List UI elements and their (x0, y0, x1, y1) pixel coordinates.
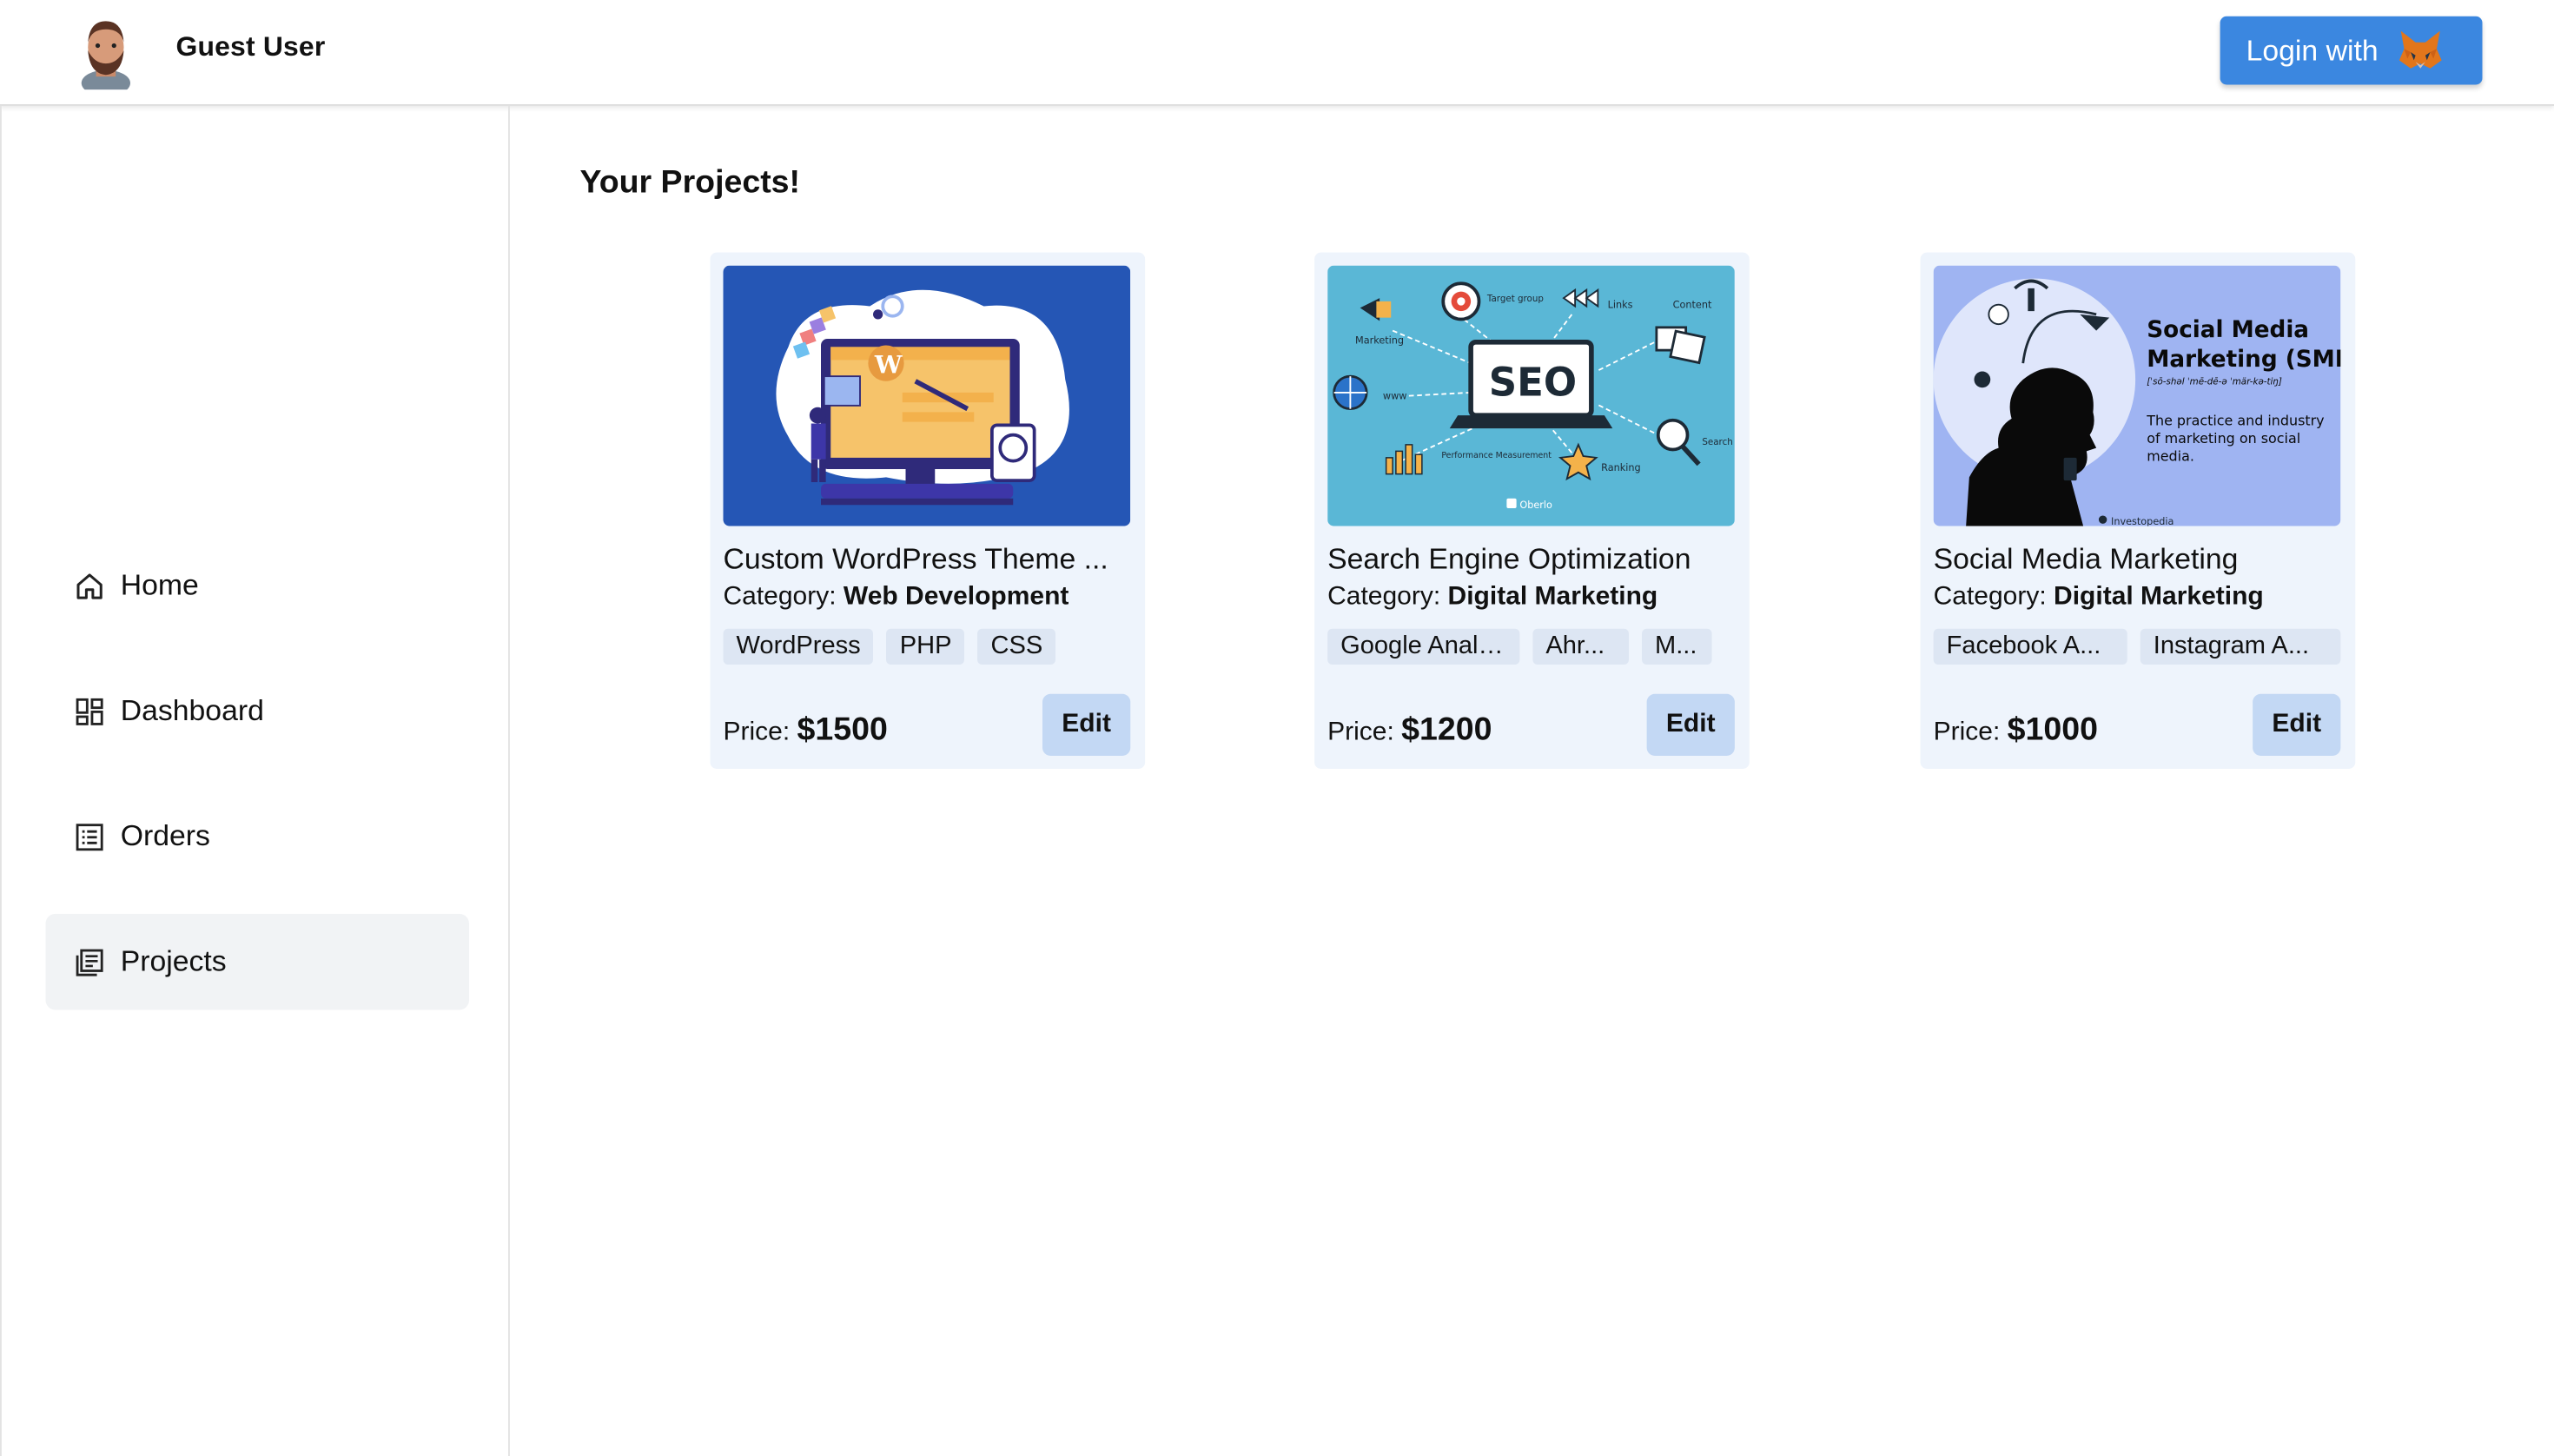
seo-center-text: SEO (1489, 360, 1577, 406)
sidebar-item-projects[interactable]: Projects (45, 913, 469, 1010)
sidebar-item-label: Home (120, 568, 199, 601)
project-title[interactable]: Search Engine Optimization (1327, 542, 1738, 576)
top-header: Guest User Login with (0, 0, 2554, 106)
login-button-label: Login with (2246, 33, 2379, 66)
seo-label: Links (1608, 299, 1633, 310)
metamask-fox-icon (2399, 30, 2442, 69)
tag: PHP (886, 628, 965, 665)
project-tags: Facebook A... Instagram A... (1933, 628, 2341, 665)
project-image-wordpress: W (723, 265, 1131, 526)
project-price: Price: $1200 (1327, 711, 1492, 749)
project-image-social-media: Social Media Marketing (SMM) [ˈsō-shəl ˈ… (1933, 265, 2341, 526)
user-avatar-icon[interactable] (72, 15, 141, 90)
project-title[interactable]: Custom WordPress Theme ... (724, 542, 1135, 576)
smm-desc: media. (2147, 448, 2194, 465)
project-category: Category: Digital Marketing (1934, 583, 2264, 612)
tag: Facebook A... (1933, 628, 2127, 665)
tag: WordPress (723, 628, 874, 665)
price-label: Price: (723, 718, 791, 746)
smm-brand: Investopedia (2111, 516, 2174, 526)
dashboard-icon (76, 697, 103, 725)
seo-label: Target group (1486, 294, 1544, 304)
category-value: Digital Marketing (2054, 583, 2264, 612)
sidebar-item-label: Orders (120, 819, 210, 852)
category-label: Category: (1327, 583, 1441, 612)
sidebar-item-label: Dashboard (120, 693, 264, 727)
price-label: Price: (1933, 718, 2001, 746)
tag: Instagram A... (2140, 628, 2341, 665)
sidebar-item-home[interactable]: Home (46, 538, 470, 634)
seo-label: Performance Measurement (1441, 451, 1552, 460)
user-name: Guest User (175, 30, 326, 63)
seo-label: Marketing (1355, 335, 1404, 347)
category-value: Digital Marketing (1447, 583, 1658, 612)
page-title: Your Projects! (579, 164, 801, 201)
seo-label: www (1383, 390, 1407, 401)
project-title[interactable]: Social Media Marketing (1934, 542, 2345, 576)
price-amount: $1000 (2007, 711, 2098, 748)
tag: Ahr... (1532, 628, 1629, 665)
seo-label: Search (1702, 437, 1732, 447)
orders-list-icon (76, 823, 103, 850)
smm-heading: Social Media (2147, 317, 2309, 343)
sidebar: Home Dashboard Orders Projects (0, 105, 510, 1456)
price-label: Price: (1327, 718, 1394, 746)
home-icon (76, 572, 103, 599)
project-price: Price: $1500 (724, 711, 888, 749)
svg-text:W: W (874, 350, 903, 379)
project-category: Category: Digital Marketing (1327, 583, 1657, 612)
project-image-seo: SEO Marketing Target group Links Content… (1327, 265, 1735, 526)
project-tags: WordPress PHP CSS (723, 628, 1131, 665)
project-card: W Custom WordPress Theme ... Category: W… (710, 252, 1146, 769)
tag: CSS (977, 628, 1056, 665)
category-label: Category: (723, 583, 837, 612)
sidebar-item-dashboard[interactable]: Dashboard (46, 663, 470, 759)
projects-icon (76, 948, 103, 976)
price-amount: $1500 (797, 711, 888, 748)
edit-button[interactable]: Edit (1042, 693, 1131, 756)
smm-desc: The practice and industry (2146, 412, 2324, 428)
project-tags: Google Analy... Ahr... M... (1327, 628, 1735, 665)
seo-brand: Oberlo (1519, 500, 1552, 511)
seo-label: Ranking (1601, 462, 1641, 473)
sidebar-item-label: Projects (120, 944, 227, 978)
project-card: Social Media Marketing (SMM) [ˈsō-shəl ˈ… (1920, 252, 2356, 769)
category-label: Category: (1933, 583, 2047, 612)
smm-phonetic: [ˈsō-shəl ˈmē-dē-ə ˈmär-kə-tiŋ] (2147, 377, 2282, 387)
edit-button[interactable]: Edit (2253, 693, 2341, 756)
category-value: Web Development (843, 583, 1069, 612)
tag: Google Analy... (1327, 628, 1520, 665)
project-card: SEO Marketing Target group Links Content… (1314, 252, 1750, 769)
login-button[interactable]: Login with (2220, 16, 2483, 85)
seo-label: Content (1673, 299, 1712, 310)
price-amount: $1200 (1401, 711, 1492, 748)
tag: M... (1642, 628, 1712, 665)
project-price: Price: $1000 (1934, 711, 2098, 749)
project-category: Category: Web Development (724, 583, 1069, 612)
smm-heading: Marketing (SMM) (2147, 347, 2340, 373)
app-root: Guest User Login with Home Dashboard Ord… (0, 0, 2554, 1456)
smm-desc: of marketing on social (2147, 430, 2300, 447)
edit-button[interactable]: Edit (1646, 693, 1735, 756)
sidebar-item-orders[interactable]: Orders (46, 789, 470, 885)
